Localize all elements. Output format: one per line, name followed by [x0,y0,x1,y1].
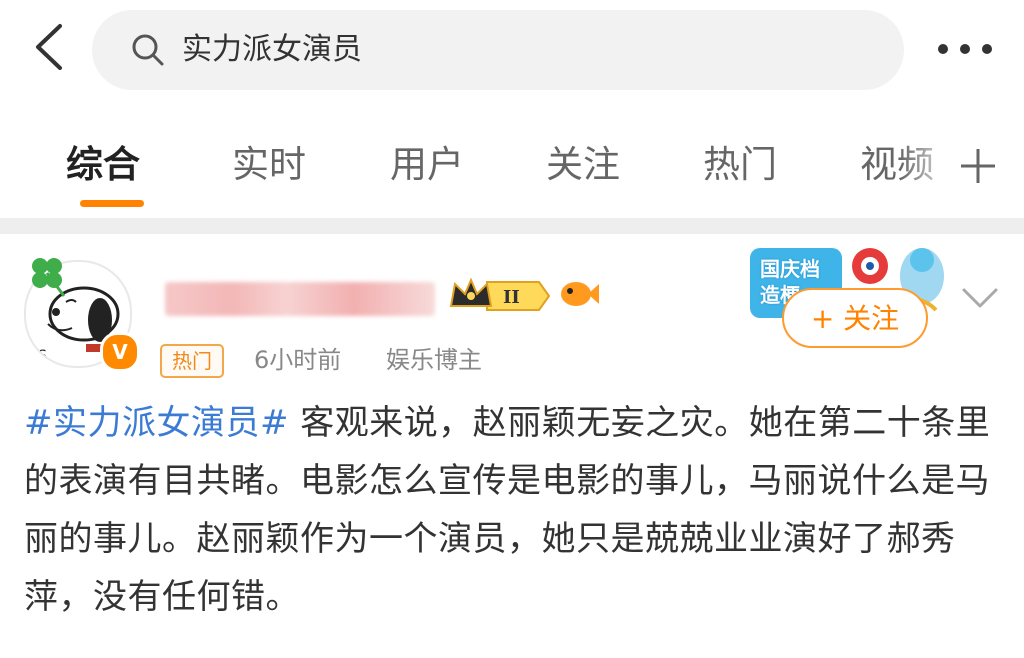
add-tab-button[interactable] [958,146,998,186]
tab-users[interactable]: 用户 [390,134,464,188]
chevron-down-icon [962,288,998,308]
search-query[interactable]: 实力派女演员 [182,10,362,90]
hot-tag: 热门 [160,344,224,378]
expand-menu-button[interactable] [958,280,1002,316]
chevron-left-icon [36,24,62,70]
clover-icon [32,258,66,297]
tab-comprehensive[interactable]: 综合 [66,134,140,188]
active-tab-indicator [80,200,144,207]
level-badge-text: II [503,287,520,308]
top-bar: 实力派女演员 [0,0,1024,100]
post-time: 6小时前 [254,346,342,374]
search-box[interactable]: 实力派女演员 [92,10,904,90]
tab-hot[interactable]: 热门 [703,134,777,188]
more-options-button[interactable] [930,34,1000,64]
search-tabs: 综合 实时 用户 关注 热门 视频 [0,118,1024,214]
post-content: #实力派女演员# 客观来说，赵丽颖无妄之灾。她在第二十条里的表演有目共睹。电影怎… [24,394,999,626]
tab-realtime[interactable]: 实时 [232,134,306,188]
username-blurred[interactable] [165,282,435,316]
author-role: 娱乐博主 [386,346,482,374]
follow-button[interactable]: + 关注 [782,288,928,348]
back-button[interactable] [30,22,70,72]
section-divider [0,218,1024,234]
verified-v-icon: V [100,332,140,372]
magnifier-icon [132,34,164,66]
post-card: S V II 热门 6小时前 娱乐博主 国庆档 造梗 + 关注 #实力派女演员#… [0,234,1024,658]
crown-level-badge-icon: II [449,277,551,311]
plus-icon [961,149,995,183]
hashtag-link[interactable]: #实力派女演员# [24,403,289,443]
more-dots-icon [938,44,992,54]
svg-text:S: S [38,348,47,364]
fish-icon [561,282,599,306]
avatar-container: S V [24,252,140,372]
tab-following[interactable]: 关注 [546,134,620,188]
tab-fade-overlay [900,118,960,214]
